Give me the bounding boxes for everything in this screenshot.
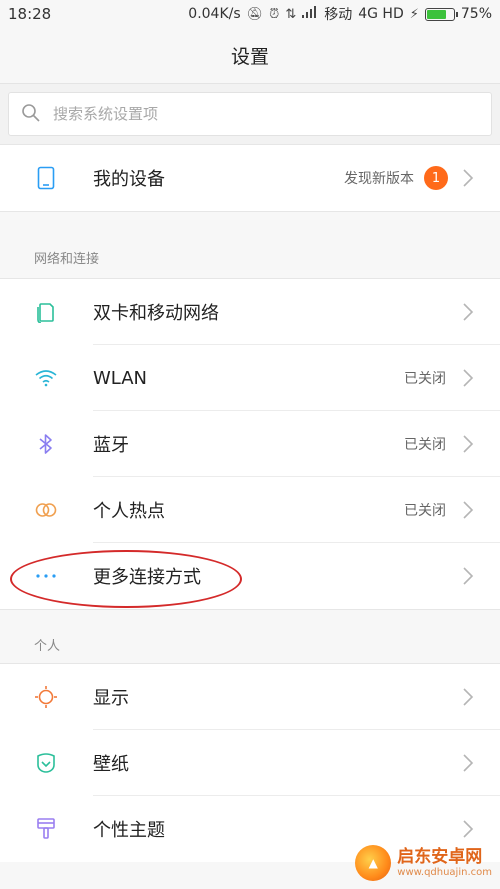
watermark-title: 启东安卓网	[397, 847, 483, 868]
wlan-status: 已关闭	[404, 371, 446, 387]
row-label: 双卡和移动网络	[93, 303, 219, 324]
hotspot-icon	[34, 498, 58, 522]
signal-icon	[302, 6, 318, 22]
watermark-text: 启东安卓网 www.qdhuajin.com	[397, 848, 492, 878]
page-title: 设置	[230, 46, 269, 68]
network-card: 双卡和移动网络 WLAN 已关闭 蓝牙 已关闭 个人热点 已关闭 更多连接方式	[0, 278, 500, 610]
row-bluetooth[interactable]: 蓝牙 已关闭	[0, 411, 500, 477]
row-dual-sim[interactable]: 双卡和移动网络	[0, 279, 500, 345]
row-label: 显示	[93, 688, 129, 709]
section-title-personal: 个人	[34, 638, 61, 654]
chevron-right-icon	[462, 368, 474, 388]
chevron-right-icon	[462, 566, 474, 586]
wifi-icon	[34, 366, 58, 390]
alarm-icon: ⏰︎	[269, 6, 280, 22]
row-more-connections[interactable]: 更多连接方式	[0, 543, 500, 609]
search-icon	[21, 103, 43, 125]
status-bar: 18:28 0.04K/s 🔕︎ ⏰︎ ⇅ 移动 4G HD ⚡︎ 75%	[0, 0, 500, 28]
chevron-right-icon	[462, 687, 474, 707]
row-label: 壁纸	[93, 754, 129, 775]
bluetooth-icon	[34, 432, 58, 456]
bluetooth-status: 已关闭	[404, 437, 446, 453]
row-label: WLAN	[93, 367, 148, 389]
chevron-right-icon	[462, 500, 474, 520]
my-device-label: 我的设备	[93, 169, 165, 190]
section-header-network: 网络和连接	[0, 233, 500, 281]
data-transfer-icon: ⇅	[285, 6, 297, 22]
row-display[interactable]: 显示	[0, 664, 500, 730]
theme-brush-icon	[34, 817, 58, 841]
status-time: 18:28	[8, 5, 52, 23]
my-device-row[interactable]: 我的设备 发现新版本 1	[0, 145, 500, 211]
mute-icon: 🔕︎	[246, 6, 264, 22]
status-indicators: 0.04K/s 🔕︎ ⏰︎ ⇅ 移动 4G HD ⚡︎ 75%	[188, 4, 492, 24]
sim-card-icon	[34, 300, 58, 324]
row-label: 蓝牙	[93, 435, 129, 456]
battery-icon	[424, 7, 458, 21]
phone-icon	[34, 166, 58, 190]
wallpaper-icon	[34, 751, 58, 775]
search-box[interactable]	[8, 92, 492, 136]
search-input[interactable]	[53, 105, 453, 123]
charging-icon: ⚡︎	[409, 6, 419, 22]
chevron-right-icon	[462, 168, 474, 188]
chevron-right-icon	[462, 819, 474, 839]
new-version-text: 发现新版本	[344, 171, 414, 187]
chevron-right-icon	[462, 753, 474, 773]
personal-card: 显示 壁纸 个性主题	[0, 663, 500, 862]
battery-percent: 75%	[460, 6, 492, 22]
row-label: 更多连接方式	[93, 567, 201, 588]
network-speed: 0.04K/s	[188, 6, 241, 22]
watermark-url: www.qdhuajin.com	[397, 866, 492, 878]
row-label: 个性主题	[93, 820, 165, 841]
my-device-card: 我的设备 发现新版本 1	[0, 144, 500, 212]
update-badge: 1	[424, 166, 448, 190]
page-title-bar: 设置	[0, 28, 500, 84]
battery-level	[426, 9, 447, 19]
watermark: ▲ 启东安卓网 www.qdhuajin.com	[355, 845, 492, 881]
row-wlan[interactable]: WLAN 已关闭	[0, 345, 500, 411]
display-sun-icon	[34, 685, 58, 709]
watermark-logo: ▲	[355, 845, 392, 881]
chevron-right-icon	[462, 434, 474, 454]
network-type: 4G HD	[358, 6, 404, 22]
search-container	[0, 84, 500, 144]
row-label: 个人热点	[93, 501, 165, 522]
row-wallpaper[interactable]: 壁纸	[0, 730, 500, 796]
section-header-personal: 个人	[0, 620, 500, 668]
more-dots-icon	[34, 564, 58, 588]
hotspot-status: 已关闭	[404, 503, 446, 519]
chevron-right-icon	[462, 302, 474, 322]
row-hotspot[interactable]: 个人热点 已关闭	[0, 477, 500, 543]
carrier-name: 移动	[324, 7, 353, 23]
section-title-network: 网络和连接	[34, 251, 100, 267]
